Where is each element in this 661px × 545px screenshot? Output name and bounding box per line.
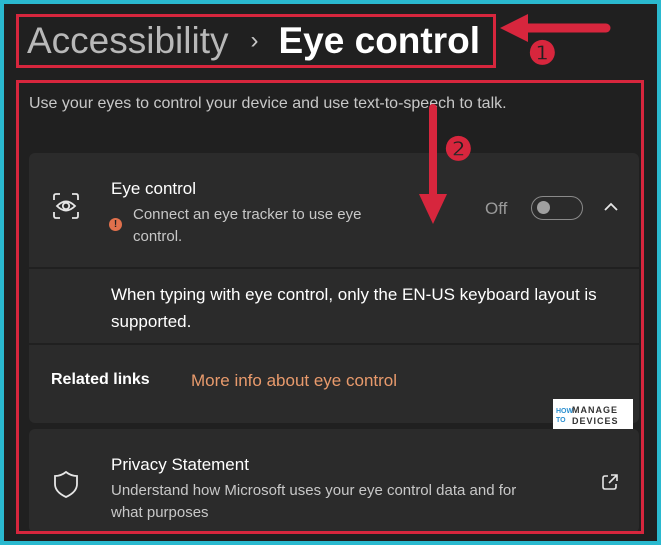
related-links-label: Related links (51, 371, 150, 388)
eye-control-warning-line2: control. (133, 228, 183, 245)
watermark-line2: DEVICES (572, 416, 619, 426)
breadcrumb: Accessibility › Eye control (16, 14, 496, 68)
watermark-prefix: HOW TO (556, 408, 574, 424)
more-info-link[interactable]: More info about eye control (191, 371, 397, 391)
eye-control-card[interactable]: Eye control ! Connect an eye tracker to … (29, 153, 639, 267)
privacy-line1: Understand how Microsoft uses your eye c… (111, 482, 517, 499)
eye-scan-icon (53, 193, 79, 219)
eye-control-toggle[interactable] (531, 196, 583, 220)
page-title: Eye control (278, 20, 481, 61)
privacy-line2: what purposes (111, 504, 209, 521)
content-highlight: Use your eyes to control your device and… (16, 80, 644, 534)
open-external-icon[interactable] (601, 473, 619, 491)
related-links-card: Related links More info about eye contro… (29, 345, 639, 423)
breadcrumb-parent[interactable]: Accessibility (27, 20, 229, 62)
watermark-line1: MANAGE (572, 405, 618, 415)
breadcrumb-separator: › (250, 27, 259, 54)
annotation-badge-1: ❶ (528, 34, 557, 72)
privacy-title: Privacy Statement (111, 455, 249, 474)
keyboard-note: When typing with eye control, only the E… (111, 285, 597, 331)
privacy-statement-card[interactable]: Privacy Statement Understand how Microso… (29, 429, 639, 531)
toggle-knob (537, 201, 550, 214)
eye-control-warning-line1: Connect an eye tracker to use eye (133, 206, 362, 223)
watermark-text: MANAGE DEVICES (572, 405, 619, 427)
watermark-logo: HOW TO MANAGE DEVICES (553, 399, 633, 433)
info-warning-icon: ! (109, 218, 122, 231)
settings-window: Accessibility › Eye control Use your eye… (4, 4, 657, 541)
annotation-badge-2: ❷ (444, 130, 473, 168)
eye-control-title: Eye control (111, 179, 197, 198)
chevron-up-icon[interactable] (603, 201, 619, 213)
toggle-state-label: Off (485, 199, 508, 218)
keyboard-note-card: When typing with eye control, only the E… (29, 269, 639, 343)
shield-icon (54, 470, 78, 498)
